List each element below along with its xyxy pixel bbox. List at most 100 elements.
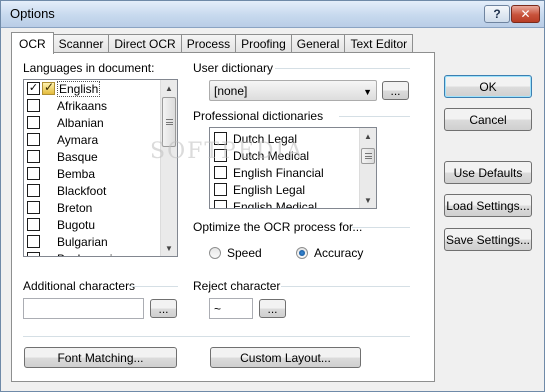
reject-character-input[interactable]: ~ — [209, 298, 253, 319]
font-matching-button[interactable]: Font Matching... — [24, 347, 177, 368]
language-item[interactable]: Albanian — [24, 114, 177, 131]
professional-dictionary-label: English Medical — [233, 199, 318, 209]
dictionary-check-icon — [42, 80, 55, 95]
language-item[interactable]: Bemba — [24, 165, 177, 182]
radio-selected-icon — [296, 247, 308, 259]
custom-layout-button[interactable]: Custom Layout... — [210, 347, 361, 368]
professional-dictionary-label: English Financial — [233, 165, 324, 180]
professional-dictionary-label: Dutch Legal — [233, 131, 298, 146]
professional-dictionary-item[interactable]: Dutch Medical — [210, 147, 376, 164]
tab-process[interactable]: Process — [180, 34, 237, 53]
optimize-label: Optimize the OCR process for... — [193, 220, 363, 234]
checkbox-icon[interactable] — [27, 167, 40, 180]
close-button[interactable]: ✕ — [511, 5, 540, 23]
professional-dictionaries-label: Professional dictionaries — [193, 109, 324, 123]
checkbox-icon[interactable] — [27, 235, 40, 248]
language-item-label: Byelorussian — [57, 252, 126, 257]
professional-dictionary-item[interactable]: Dutch Legal — [210, 130, 376, 147]
scroll-up-icon[interactable]: ▲ — [161, 80, 177, 96]
professional-scrollbar[interactable]: ▲ ▼ — [359, 128, 376, 208]
checkbox-icon[interactable] — [214, 166, 227, 179]
languages-list[interactable]: ✓ EnglishAfrikaans Albanian Aymara Basque Bem… — [23, 79, 178, 257]
use-defaults-button[interactable]: Use Defaults — [444, 161, 532, 184]
tab-general[interactable]: General — [290, 34, 346, 53]
checkbox-icon[interactable] — [27, 116, 40, 129]
checkbox-icon[interactable] — [214, 200, 227, 208]
language-item[interactable]: Breton — [24, 199, 177, 216]
help-icon: ? — [493, 7, 501, 21]
professional-dictionary-label: English Legal — [233, 182, 306, 197]
checkbox-icon[interactable] — [27, 218, 40, 231]
language-item[interactable]: Basque — [24, 148, 177, 165]
radio-icon — [209, 247, 221, 259]
accuracy-label: Accuracy — [314, 246, 364, 260]
professional-dictionaries-list[interactable]: Dutch Legal Dutch Medical English Financia… — [209, 127, 377, 209]
language-item[interactable]: Afrikaans — [24, 97, 177, 114]
languages-scrollbar[interactable]: ▲ ▼ — [160, 80, 177, 256]
scroll-thumb[interactable] — [162, 97, 176, 147]
checkbox-icon[interactable] — [27, 133, 40, 146]
language-item-label: English — [57, 80, 101, 97]
tab-ocr[interactable]: OCR — [11, 32, 54, 54]
language-item[interactable]: Aymara — [24, 131, 177, 148]
checkbox-icon[interactable] — [27, 99, 40, 112]
reject-character-label: Reject character — [193, 279, 281, 293]
languages-items: ✓ EnglishAfrikaans Albanian Aymara Basque Bem… — [24, 80, 177, 257]
additional-characters-input[interactable] — [23, 298, 144, 319]
reject-character-browse-button[interactable]: ... — [259, 299, 286, 318]
user-dictionary-label: User dictionary — [193, 61, 274, 75]
checkbox-icon[interactable] — [27, 184, 40, 197]
scroll-down-icon[interactable]: ▼ — [360, 192, 376, 208]
language-item-label: Basque — [57, 149, 98, 164]
language-item[interactable]: ✓ English — [24, 80, 177, 97]
language-item[interactable]: Bulgarian — [24, 233, 177, 250]
save-settings-button[interactable]: Save Settings... — [444, 228, 532, 251]
checkbox-icon[interactable] — [27, 252, 40, 256]
checkbox-icon[interactable] — [214, 149, 227, 162]
speed-radio[interactable]: Speed — [209, 246, 262, 260]
tab-proofing[interactable]: Proofing — [235, 34, 292, 53]
professional-dictionary-item[interactable]: English Medical — [210, 198, 376, 209]
language-item-label: Blackfoot — [57, 183, 107, 198]
professional-dictionary-item[interactable]: English Financial — [210, 164, 376, 181]
checkbox-icon[interactable] — [214, 132, 227, 145]
load-settings-button[interactable]: Load Settings... — [444, 194, 532, 217]
language-item-label: Aymara — [57, 132, 99, 147]
professional-dictionaries-items: Dutch Legal Dutch Medical English Financia… — [210, 128, 376, 209]
additional-characters-browse-button[interactable]: ... — [150, 299, 177, 318]
ok-button[interactable]: OK — [444, 75, 532, 98]
checkbox-icon[interactable] — [214, 183, 227, 196]
user-dictionary-browse-button[interactable]: ... — [382, 81, 409, 100]
scroll-up-icon[interactable]: ▲ — [360, 128, 376, 144]
accuracy-radio[interactable]: Accuracy — [296, 246, 363, 260]
language-item-label: Afrikaans — [57, 98, 108, 113]
tab-scanner[interactable]: Scanner — [52, 34, 110, 53]
close-icon: ✕ — [520, 7, 531, 21]
language-item-label: Bulgarian — [57, 234, 108, 249]
help-button[interactable]: ? — [484, 5, 510, 23]
ocr-tab-panel: Languages in document: ✓ EnglishAfrikaans… — [11, 52, 435, 382]
tab-direct-ocr[interactable]: Direct OCR — [108, 34, 182, 53]
language-item[interactable]: Blackfoot — [24, 182, 177, 199]
options-dialog: Options ? ✕ OCR Scanner Direct OCR Proce… — [0, 0, 545, 392]
title-bar: Options ? ✕ — [1, 1, 544, 28]
cancel-button[interactable]: Cancel — [444, 108, 532, 131]
language-item-label: Breton — [57, 200, 93, 215]
tab-text-editor[interactable]: Text Editor — [344, 34, 414, 53]
language-item[interactable]: Byelorussian — [24, 250, 177, 257]
professional-dictionary-item[interactable]: English Legal — [210, 181, 376, 198]
tab-strip: OCR Scanner Direct OCR Process Proofing … — [11, 32, 414, 54]
checkbox-checked-icon[interactable]: ✓ — [27, 82, 40, 95]
additional-characters-label: Additional characters — [23, 279, 136, 293]
scroll-thumb[interactable] — [361, 148, 375, 164]
user-dictionary-select[interactable]: [none] ▼ — [209, 80, 377, 101]
scroll-down-icon[interactable]: ▼ — [161, 240, 177, 256]
checkbox-icon[interactable] — [27, 150, 40, 163]
language-item[interactable]: Bugotu — [24, 216, 177, 233]
speed-label: Speed — [227, 246, 262, 260]
language-item-label: Albanian — [57, 115, 104, 130]
user-dictionary-value: [none] — [214, 83, 248, 98]
checkbox-icon[interactable] — [27, 201, 40, 214]
professional-dictionary-label: Dutch Medical — [233, 148, 310, 163]
window-title: Options — [10, 6, 55, 21]
